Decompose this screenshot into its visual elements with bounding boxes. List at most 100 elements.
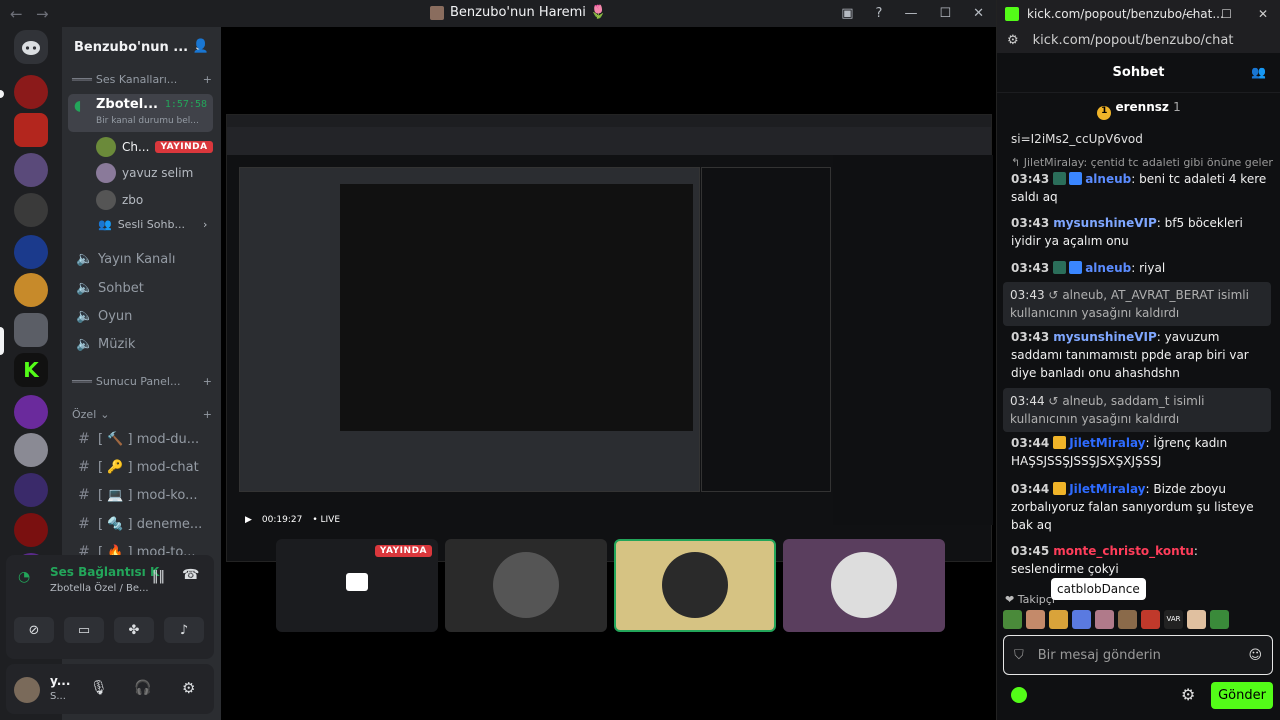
emote[interactable] — [1187, 610, 1206, 629]
avatar[interactable] — [14, 677, 40, 703]
chat-message: 03:43 mysunshineVIP: bf5 böcekleri iyidir… — [1011, 216, 1243, 248]
shared-screen[interactable]: ▶ 00:19:27 • LIVE — [226, 114, 993, 562]
emote[interactable] — [1049, 610, 1068, 629]
channel-yayin[interactable]: 🔈 Yayın Kanalı — [76, 251, 216, 267]
add-friend-icon[interactable]: 👤 — [193, 39, 209, 54]
channel-oyun[interactable]: 🔈 Oyun — [76, 308, 216, 324]
server-icon[interactable] — [14, 513, 48, 547]
emote[interactable] — [1003, 610, 1022, 629]
maximize-icon[interactable]: ☐ — [939, 6, 951, 21]
heart-icon: ❤ — [1005, 593, 1015, 606]
microphone-icon[interactable]: 🎙 — [90, 680, 108, 696]
chat-messages: 1 erennsz 1 si=I2iMs2_ccUpV6vod ↰ JiletM… — [997, 94, 1280, 589]
discord-home-icon[interactable] — [14, 30, 48, 64]
minimize-icon[interactable]: — — [1183, 7, 1195, 21]
voice-user[interactable]: yavuz selim — [96, 163, 193, 183]
address-bar[interactable]: ⚙ kick.com/popout/benzubo/chat — [997, 27, 1280, 53]
shield-icon[interactable]: ⛉ — [1014, 648, 1024, 663]
sub-months-badge-icon — [1053, 482, 1067, 495]
chat-header: Sohbet 👥 — [997, 53, 1280, 93]
signal-icon: ◔ — [18, 569, 31, 585]
speaker-icon: 🔈 — [76, 336, 94, 352]
channel-mod-chat[interactable]: #[ 🔑 ] mod-chat — [76, 459, 216, 475]
reply-icon: ↰ — [1011, 156, 1024, 169]
voice-connected-icon: ◖ — [74, 98, 82, 114]
minimize-icon[interactable]: — — [904, 6, 917, 21]
emote[interactable] — [1095, 610, 1114, 629]
server-icon[interactable] — [14, 75, 48, 109]
channel-deneme[interactable]: #[ 🔩 ] deneme... — [76, 516, 216, 532]
participant-tile-speaking[interactable] — [614, 539, 776, 632]
system-message: 03:43 ↺ alneub, AT_AVRAT_BERAT isimli ku… — [1003, 282, 1271, 326]
chat-input[interactable]: ⛉ Bir mesaj gönderin ☺ — [1003, 635, 1273, 675]
emoji-icon[interactable]: ☺ — [1248, 648, 1262, 663]
participant-tile[interactable] — [783, 539, 945, 632]
hashtag-icon: # — [78, 431, 90, 447]
active-voice-channel[interactable]: ◖ Zbotel... 1:57:58 Bir kanal durumu bel… — [68, 94, 213, 132]
channel-mod-du[interactable]: #[ 🔨 ] mod-du... — [76, 431, 216, 447]
voice-user[interactable]: Ch... YAYINDA — [96, 137, 213, 157]
avatar — [831, 552, 897, 618]
channel-sohbet[interactable]: 🔈 Sohbet — [76, 280, 216, 296]
stream-tile[interactable]: YAYINDA — [276, 539, 438, 632]
server-icon[interactable] — [14, 235, 48, 269]
close-icon[interactable]: ✕ — [1258, 7, 1268, 21]
send-button[interactable]: Gönder — [1211, 682, 1273, 709]
screen-share-button[interactable]: ▭ — [64, 617, 104, 643]
back-arrow-icon[interactable]: ← — [10, 5, 26, 23]
maximize-icon[interactable]: ☐ — [1221, 7, 1232, 21]
avatar — [493, 552, 559, 618]
headphones-icon[interactable]: 🎧 — [134, 680, 151, 696]
disconnect-icon[interactable]: ☎ — [182, 567, 199, 583]
close-icon[interactable]: ✕ — [973, 6, 984, 21]
voice-user[interactable]: zbo — [96, 190, 143, 210]
server-header[interactable]: Benzubo'nun ... ⌄ 👤 — [62, 27, 221, 67]
soundboard-button[interactable]: ♪ — [164, 617, 204, 643]
emote[interactable] — [1026, 610, 1045, 629]
forward-arrow-icon[interactable]: → — [36, 5, 52, 23]
add-channel-icon[interactable]: + — [203, 73, 212, 86]
var-emote[interactable]: VAR — [1164, 610, 1183, 629]
noise-suppression-icon[interactable]: ‖‖ — [152, 569, 165, 584]
settings-gear-icon[interactable]: ⚙ — [182, 679, 195, 697]
server-icon[interactable] — [14, 153, 48, 187]
category-private[interactable]: Özel ⌄ + — [72, 408, 212, 421]
channel-mod-ko[interactable]: #[ 💻 ] mod-ko... — [76, 487, 216, 503]
site-settings-icon[interactable]: ⚙ — [1007, 33, 1019, 48]
server-icon[interactable] — [14, 193, 48, 227]
inbox-icon[interactable]: ▣ — [841, 6, 853, 21]
add-channel-icon[interactable]: + — [203, 408, 212, 421]
monitor-icon — [346, 573, 368, 591]
voice-subchannel[interactable]: 👥 Sesli Sohb... › — [98, 218, 207, 231]
camera-off-button[interactable]: ⊘ — [14, 617, 54, 643]
activities-button[interactable]: ✤ — [114, 617, 154, 643]
server-icon[interactable] — [14, 273, 48, 307]
emote[interactable] — [1118, 610, 1137, 629]
server-icon[interactable] — [14, 395, 48, 429]
emote[interactable] — [1141, 610, 1160, 629]
gift-badge-icon: 1 — [1097, 106, 1112, 120]
server-folder-icon[interactable] — [14, 313, 48, 347]
server-icon[interactable] — [14, 433, 48, 467]
kick-points-icon[interactable] — [1011, 687, 1027, 703]
participant-tile[interactable] — [445, 539, 607, 632]
sub-badge-icon — [1069, 172, 1083, 185]
inner-kick-chat — [701, 167, 831, 492]
stream-stage[interactable]: ▶ 00:19:27 • LIVE YAYINDA — [221, 27, 996, 720]
add-channel-icon[interactable]: + — [203, 375, 212, 388]
chat-users-icon[interactable]: 👥 — [1251, 65, 1266, 79]
kick-server-icon[interactable]: K — [14, 353, 48, 387]
category-voice[interactable]: ═══ Ses Kanalları... + — [72, 73, 212, 86]
chat-message: 03:43 alneub: beni tc adaleti 4 kere sald… — [1011, 172, 1267, 204]
server-icon[interactable] — [14, 113, 48, 147]
help-icon[interactable]: ? — [876, 6, 883, 21]
emote[interactable] — [1072, 610, 1091, 629]
category-server-panel[interactable]: ═══ Sunucu Panel... + — [72, 375, 212, 388]
server-icon[interactable] — [14, 473, 48, 507]
chat-settings-gear-icon[interactable]: ⚙ — [1181, 685, 1195, 704]
speaker-icon: 🔈 — [76, 308, 94, 324]
chat-message: 03:43 mysunshineVIP: yavuzum saddamı tanı… — [1011, 330, 1249, 380]
channel-muzik[interactable]: 🔈 Müzik — [76, 336, 216, 352]
hashtag-icon: # — [78, 516, 90, 532]
emote[interactable] — [1210, 610, 1229, 629]
